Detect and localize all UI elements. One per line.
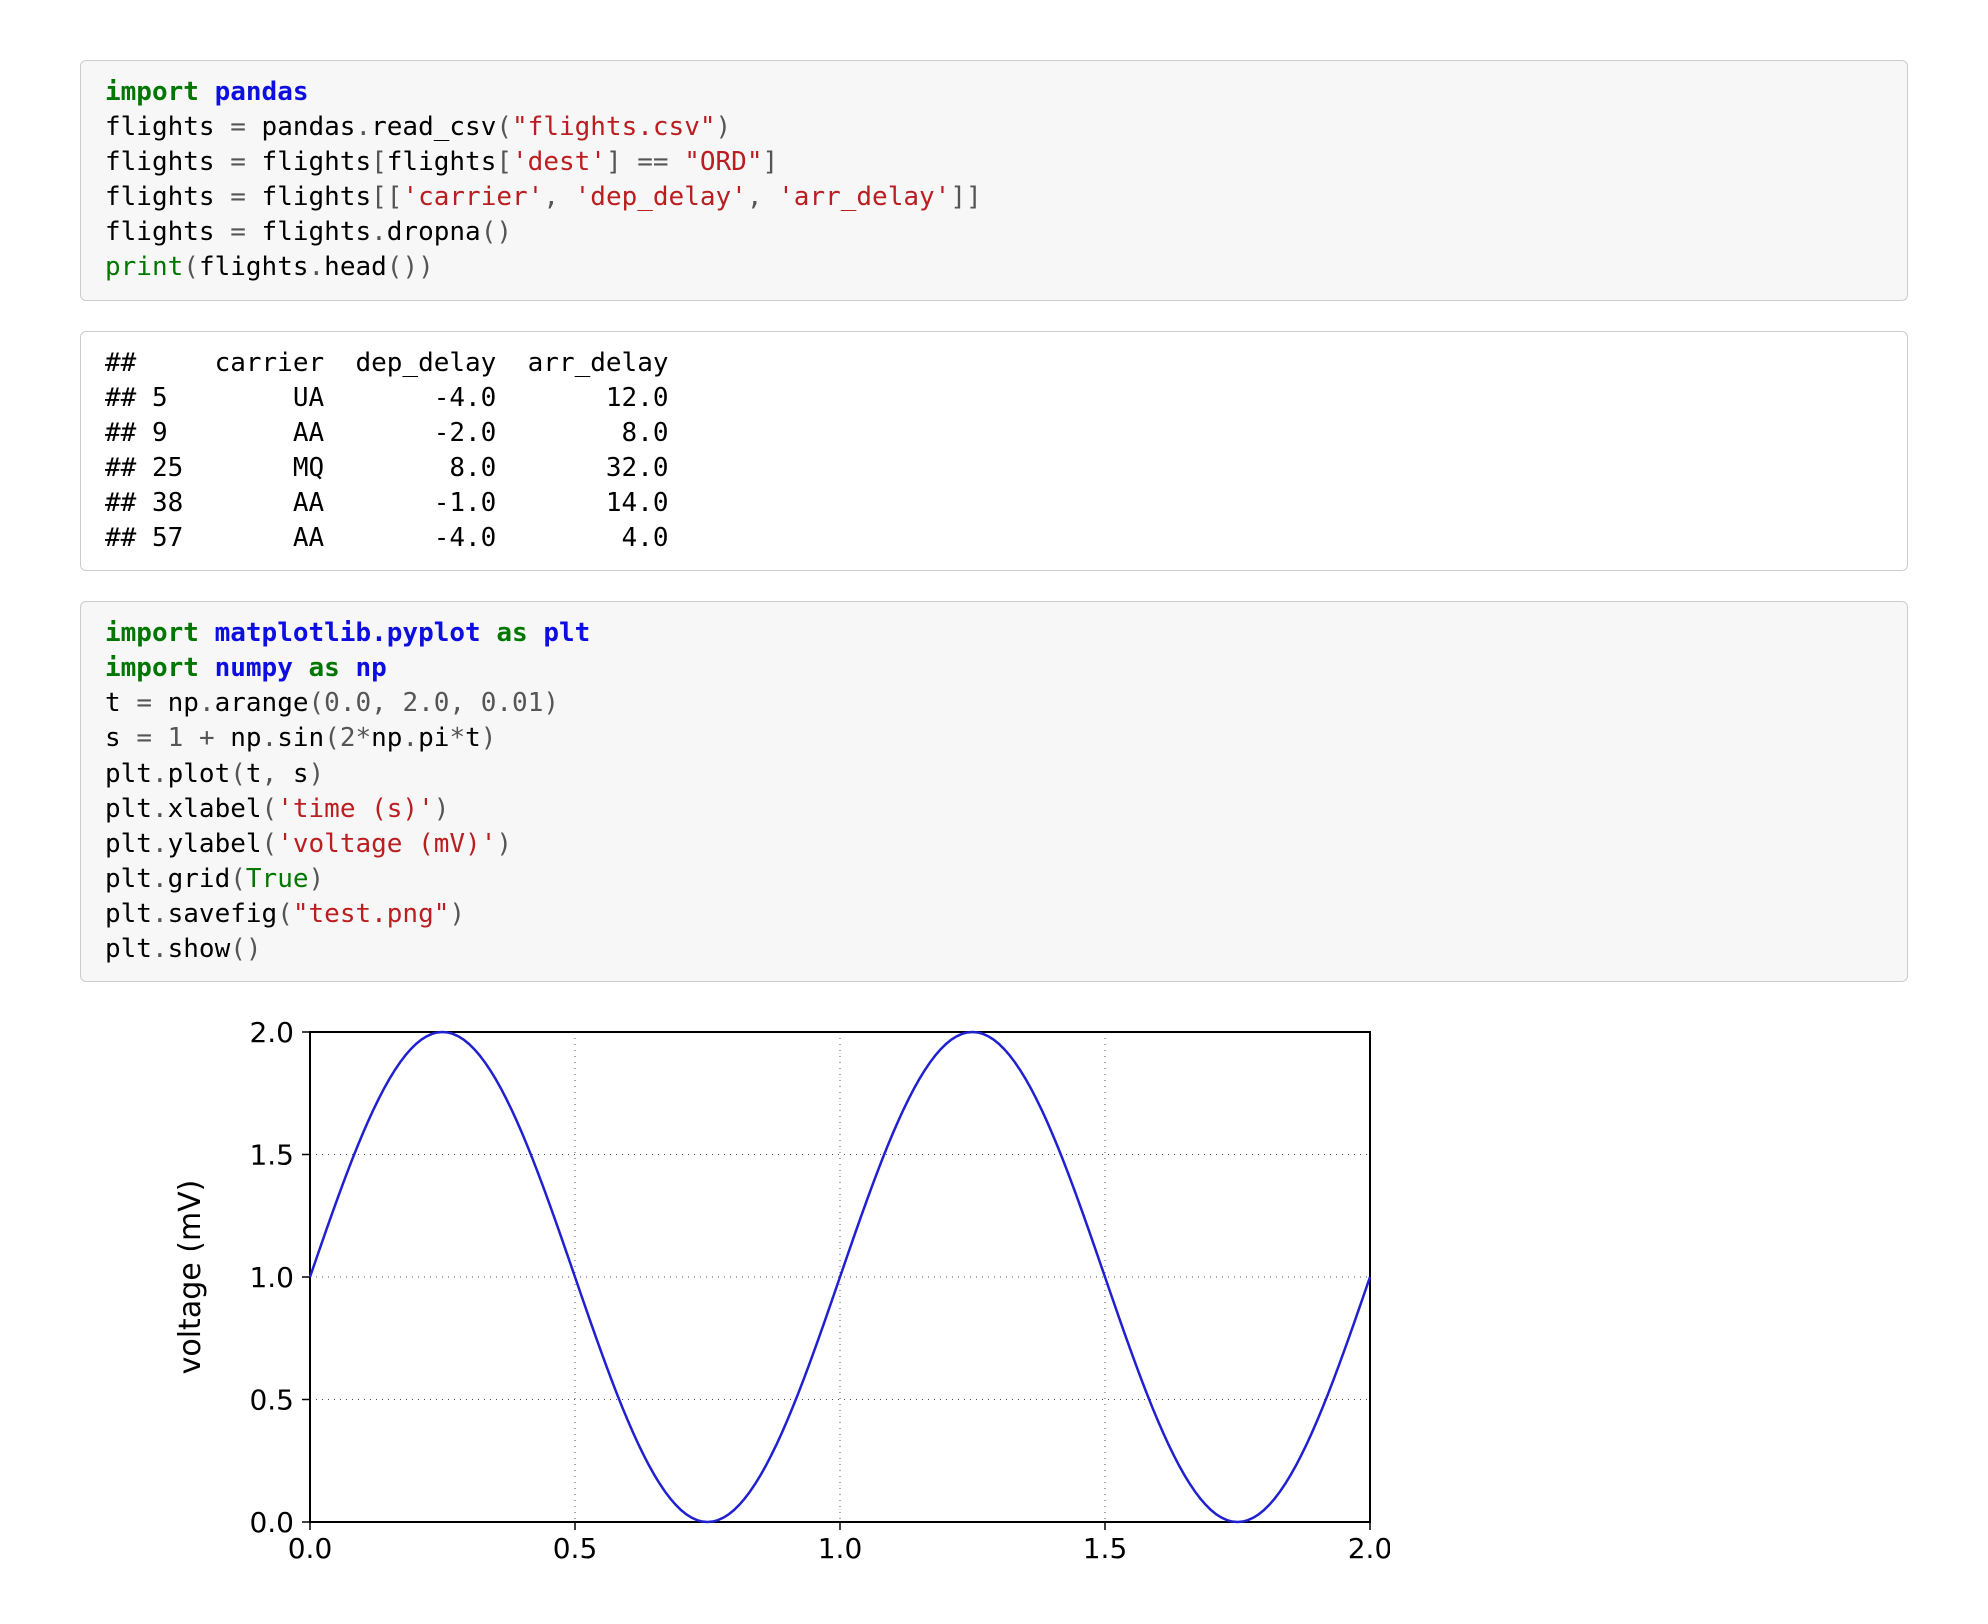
output-content-1: ## carrier dep_delay arr_delay ## 5 UA -… <box>105 346 1883 557</box>
code-content-1: import pandas flights = pandas.read_csv(… <box>105 75 1883 286</box>
svg-text:1.0: 1.0 <box>818 1532 863 1565</box>
code-content-2: import matplotlib.pyplot as plt import n… <box>105 616 1883 967</box>
output-block-1: ## carrier dep_delay arr_delay ## 5 UA -… <box>80 331 1908 572</box>
svg-text:1.5: 1.5 <box>1083 1532 1128 1565</box>
svg-text:0.5: 0.5 <box>249 1384 294 1417</box>
svg-text:1.5: 1.5 <box>249 1139 294 1172</box>
svg-text:2.0: 2.0 <box>249 1016 294 1049</box>
svg-text:0.5: 0.5 <box>553 1532 598 1565</box>
svg-text:1.0: 1.0 <box>249 1261 294 1294</box>
svg-text:0.0: 0.0 <box>249 1506 294 1539</box>
code-block-1: import pandas flights = pandas.read_csv(… <box>80 60 1908 301</box>
code-block-2: import matplotlib.pyplot as plt import n… <box>80 601 1908 982</box>
sine-plot: 0.0 0.5 1.0 1.5 2.0 0.0 0.5 1.0 1.5 2.0 voltage (m… <box>140 1012 1390 1572</box>
chart-output: 0.0 0.5 1.0 1.5 2.0 0.0 0.5 1.0 1.5 2.0 voltage (m… <box>140 1012 1908 1576</box>
svg-text:0.0: 0.0 <box>288 1532 333 1565</box>
y-axis-label: voltage (mV) <box>173 1180 208 1375</box>
svg-text:2.0: 2.0 <box>1348 1532 1390 1565</box>
